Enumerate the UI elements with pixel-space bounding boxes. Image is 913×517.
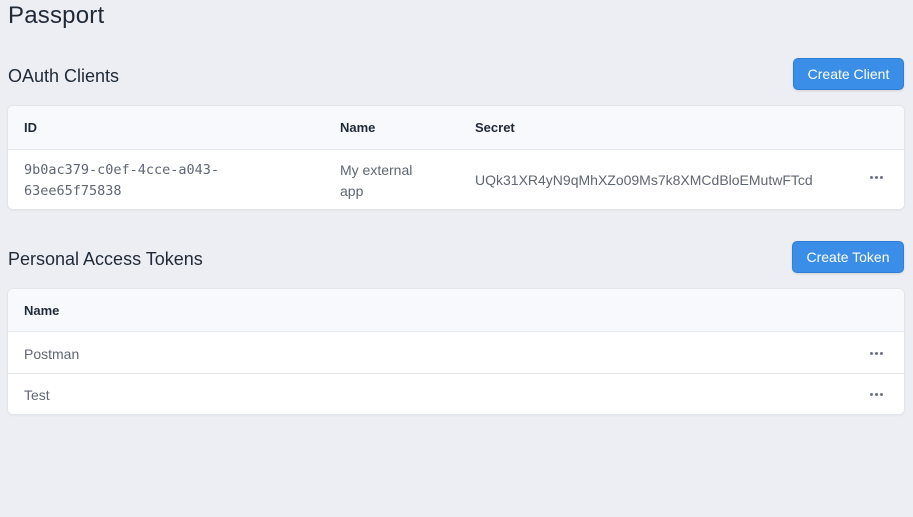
client-id-line-2: 63ee65f75838: [24, 183, 122, 199]
more-horizontal-icon[interactable]: [866, 387, 886, 401]
personal-access-tokens-title: Personal Access Tokens: [8, 249, 203, 269]
client-name-line-2: app: [340, 183, 364, 199]
oauth-clients-table: ID Name Secret 9b0ac379-c0ef-4cce-a043- …: [8, 106, 904, 209]
more-horizontal-icon[interactable]: [866, 346, 886, 360]
page-title: Passport: [8, 2, 105, 29]
create-client-button[interactable]: Create Client: [793, 58, 904, 90]
table-header: ID Name Secret: [8, 106, 904, 150]
token-name: Postman: [24, 346, 80, 362]
personal-access-tokens-table: Name Postman Test: [8, 289, 904, 414]
more-horizontal-icon[interactable]: [866, 170, 886, 184]
client-id: 9b0ac379-c0ef-4cce-a043- 63ee65f75838: [24, 160, 219, 202]
column-header-name: Name: [24, 303, 60, 318]
client-secret: UQk31XR4yN9qMhXZo09Ms7k8XMCdBloEMutwFTcd: [475, 172, 813, 188]
passport-page: Passport OAuth Clients Create Client ID …: [0, 0, 913, 517]
client-name: My external app: [340, 160, 412, 202]
table-row: Postman: [8, 332, 904, 373]
column-header-name: Name: [340, 120, 376, 135]
client-name-line-1: My external: [340, 162, 413, 178]
table-header: Name: [8, 289, 904, 332]
table-row: 9b0ac379-c0ef-4cce-a043- 63ee65f75838 My…: [8, 150, 904, 209]
column-header-id: ID: [24, 120, 37, 135]
client-id-line-1: 9b0ac379-c0ef-4cce-a043-: [24, 162, 220, 178]
oauth-clients-title: OAuth Clients: [8, 66, 120, 86]
table-row: Test: [8, 373, 904, 414]
create-token-button[interactable]: Create Token: [792, 241, 904, 273]
token-name: Test: [24, 387, 50, 403]
column-header-secret: Secret: [475, 120, 515, 135]
